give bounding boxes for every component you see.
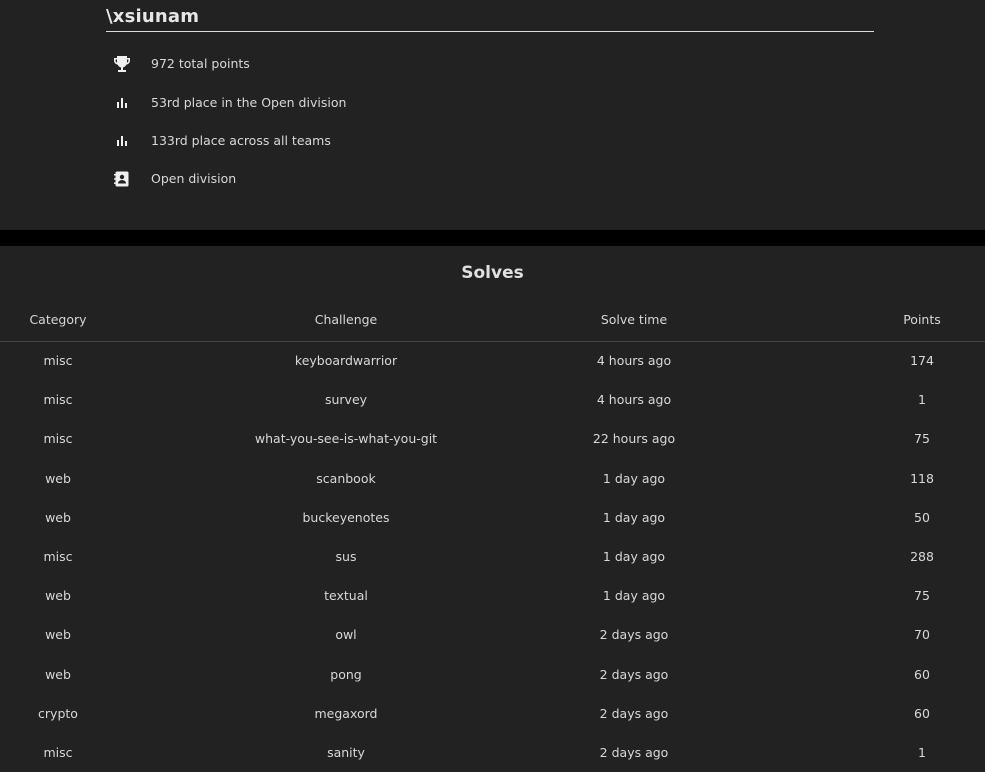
cell-challenge: sus [335,548,357,564]
cell-solve-time: 22 hours ago [592,431,676,447]
cell-points: 1 [918,744,926,760]
cell-category: web [45,627,71,643]
cell-challenge: scanbook [316,470,376,486]
column-header-category: Category [29,312,87,327]
cell-category: web [45,470,71,486]
cell-challenge: keyboardwarrior [294,353,398,368]
table-row: web owl 2 days ago 70 [0,615,985,654]
cell-solve-time: 1 day ago [602,588,666,604]
cell-solve-time: 2 days ago [599,666,669,682]
stat-total-points: 972 total points [106,52,806,76]
cell-challenge: survey [324,392,368,408]
cell-points: 50 [914,509,930,525]
cell-category: misc [43,392,73,408]
table-row: misc sus 1 day ago 288 [0,537,985,576]
trophy-icon [112,54,132,74]
solves-title: Solves [461,263,524,283]
cell-points: 118 [910,470,934,486]
cell-category: web [45,666,71,682]
table-row: misc keyboardwarrior 4 hours ago 174 [0,341,985,380]
solves-table-header: Category Challenge Solve time Points [0,308,985,342]
table-row: misc what-you-see-is-what-you-git 22 hou… [0,419,985,458]
cell-challenge: pong [330,666,362,682]
cell-solve-time: 2 days ago [599,627,669,643]
cell-challenge: textual [324,588,368,604]
stat-overall-place: 133rd place across all teams [106,129,806,153]
cell-solve-time: 1 day ago [602,470,666,486]
table-row: misc survey 4 hours ago 1 [0,380,985,419]
cell-challenge: megaxord [314,705,378,721]
cell-solve-time: 4 hours ago [596,353,672,368]
cell-category: misc [43,744,73,760]
cell-category: crypto [38,705,78,721]
cell-solve-time: 1 day ago [602,548,666,564]
bar-chart-icon [112,93,132,113]
division-text: Open division [151,171,237,186]
team-profile-card: \xsiunam 972 total points 53rd place in … [0,0,985,230]
cell-points: 174 [910,353,934,368]
cell-solve-time: 2 days ago [599,705,669,721]
cell-points: 75 [914,431,930,447]
cell-points: 1 [918,392,926,408]
cell-solve-time: 1 day ago [602,509,666,525]
overall-place-text: 133rd place across all teams [151,133,331,148]
column-header-points: Points [903,312,941,327]
cell-challenge: owl [335,627,357,643]
cell-challenge: what-you-see-is-what-you-git [254,431,438,447]
table-row: web textual 1 day ago 75 [0,576,985,615]
cell-points: 288 [910,548,934,564]
team-name: \xsiunam [106,4,874,32]
cell-points: 60 [914,705,930,721]
cell-challenge: buckeyenotes [302,509,390,525]
column-header-challenge: Challenge [314,312,378,327]
cell-challenge: sanity [327,744,365,760]
table-row: web pong 2 days ago 60 [0,655,985,694]
cell-category: web [45,588,71,604]
column-header-solve-time: Solve time [600,312,668,327]
cell-points: 70 [914,627,930,643]
table-row: misc sanity 2 days ago 1 [0,733,985,772]
cell-category: web [45,509,71,525]
table-row: web buckeyenotes 1 day ago 50 [0,498,985,537]
total-points-text: 972 total points [151,56,250,71]
cell-points: 60 [914,666,930,682]
cell-points: 75 [914,588,930,604]
table-row: web scanbook 1 day ago 118 [0,459,985,498]
table-row: crypto megaxord 2 days ago 60 [0,694,985,733]
stat-division-place: 53rd place in the Open division [106,91,806,115]
cell-category: misc [43,431,73,447]
bar-chart-icon [112,131,132,151]
division-place-text: 53rd place in the Open division [151,95,347,110]
cell-category: misc [43,548,73,564]
cell-solve-time: 2 days ago [599,744,669,760]
solves-table-body: misc keyboardwarrior 4 hours ago 174 mis… [0,341,985,772]
contact-card-icon [112,169,132,189]
cell-solve-time: 4 hours ago [596,392,672,408]
cell-category: misc [43,353,73,368]
stat-division: Open division [106,167,806,191]
solves-card: Solves Category Challenge Solve time Poi… [0,246,985,772]
